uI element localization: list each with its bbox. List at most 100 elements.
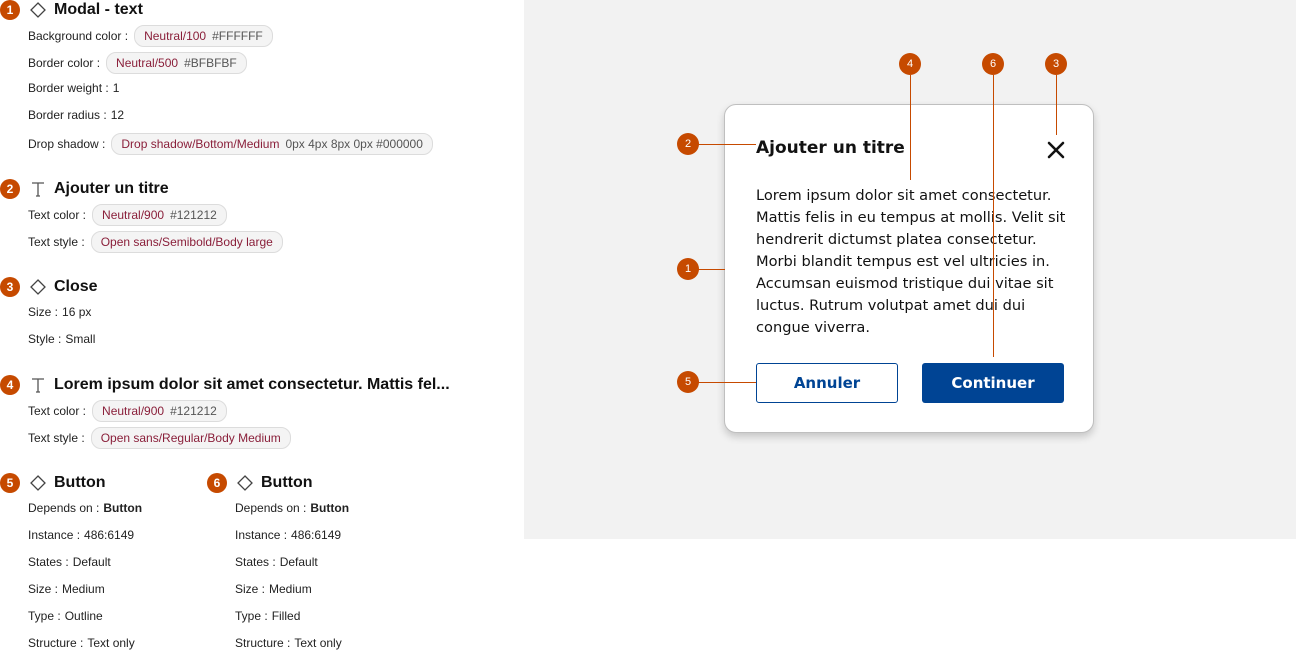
text-icon [30,377,46,393]
prop-value: 16 px [62,305,92,319]
prop-label: Size : [28,305,59,319]
prop-structure: Structure : Text only [28,636,135,650]
spec-badge-2: 2 [0,179,20,199]
callout-4: 4 [899,53,921,75]
cancel-button[interactable]: Annuler [756,363,898,403]
prop-text-style: Text style : Open sans/Semibold/Body lar… [28,231,283,253]
prop-label: Border color : [28,56,101,70]
prop-border-color: Border color : Neutral/500 #BFBFBF [28,52,247,74]
prop-text-color: Text color : Neutral/900 #121212 [28,400,227,422]
prop-value: Default [72,555,111,569]
callout-6: 6 [982,53,1004,75]
prop-value: Button [103,501,143,515]
spec-badge-1: 1 [0,0,20,20]
prop-depends-on: Depends on : Button [235,501,349,515]
token-name: Neutral/100 [144,29,207,43]
prop-value: Outline [64,609,103,623]
modal-title: Ajouter un titre [756,138,905,158]
prop-style: Style : Small [28,332,95,346]
callout-1: 1 [677,258,699,280]
text-icon [30,181,46,197]
prop-label: Structure : [28,636,84,650]
prop-border-weight: Border weight : 1 [28,81,119,95]
spec-title-5: Button [54,474,106,491]
token-name: Neutral/500 [116,56,179,70]
prop-label: Size : [235,582,266,596]
prop-label: Background color : [28,29,129,43]
callout-5: 5 [677,371,699,393]
callout-3: 3 [1045,53,1067,75]
prop-label: Type : [28,609,61,623]
prop-label: Text style : [28,235,85,249]
prop-label: Text style : [28,431,85,445]
token-name: Neutral/900 [102,404,165,418]
prop-structure: Structure : Text only [235,636,342,650]
token-chip: Neutral/900 #121212 [92,204,227,226]
prop-label: Text color : [28,404,87,418]
prop-size: Size : 16 px [28,305,91,319]
prop-border-radius: Border radius : 12 [28,108,124,122]
token-name: Open sans/Regular/Body Medium [100,431,281,445]
prop-value: Small [65,332,96,346]
spec-badge-4: 4 [0,375,20,395]
prop-type: Type : Outline [28,609,103,623]
token-chip: Neutral/900 #121212 [92,400,227,422]
token-value: 0px 4px 8px 0px #000000 [285,137,423,151]
spec-title-6: Button [261,474,313,491]
prop-drop-shadow: Drop shadow : Drop shadow/Bottom/Medium 0… [28,133,433,155]
token-name: Drop shadow/Bottom/Medium [121,137,280,151]
prop-label: Size : [28,582,59,596]
prop-value: 486:6149 [84,528,135,542]
prop-label: Style : [28,332,62,346]
diamond-icon [30,475,46,491]
prop-text-color: Text color : Neutral/900 #121212 [28,204,227,226]
spec-title-3: Close [54,278,98,295]
prop-text-style: Text style : Open sans/Regular/Body Medi… [28,427,291,449]
modal: Ajouter un titre Lorem ipsum dolor sit a… [724,104,1094,433]
prop-value: Button [310,501,350,515]
continue-button[interactable]: Continuer [922,363,1064,403]
spec-title-4: Lorem ipsum dolor sit amet consectetur. … [54,376,450,393]
prop-label: Structure : [235,636,291,650]
spec-badge-5: 5 [0,473,20,493]
prop-label: States : [235,555,276,569]
close-icon[interactable] [1045,139,1067,161]
prop-depends-on: Depends on : Button [28,501,142,515]
token-value: #FFFFFF [212,29,263,43]
token-chip: Neutral/500 #BFBFBF [106,52,247,74]
prop-size: Size : Medium [28,582,105,596]
prop-value: Filled [271,609,301,623]
prop-label: Instance : [235,528,288,542]
prop-states: States : Default [235,555,318,569]
callout-2: 2 [677,133,699,155]
modal-body-text: Lorem ipsum dolor sit amet consectetur. … [756,187,1066,336]
prop-value: Medium [62,582,105,596]
token-chip: Open sans/Semibold/Body large [90,231,283,253]
prop-label: Border weight : [28,81,109,95]
prop-value: 1 [112,81,120,95]
prop-value: Medium [269,582,312,596]
callout-line-4 [910,75,911,180]
callout-line-2 [698,144,756,145]
spec-title-2: Ajouter un titre [54,180,169,197]
callout-line-1 [698,269,725,270]
prop-value: Text only [87,636,135,650]
prop-label: Text color : [28,208,87,222]
prop-label: Instance : [28,528,81,542]
token-value: #121212 [170,404,217,418]
token-name: Open sans/Semibold/Body large [100,235,273,249]
prop-label: Border radius : [28,108,107,122]
diamond-icon [30,279,46,295]
prop-label: Type : [235,609,268,623]
prop-states: States : Default [28,555,111,569]
prop-label: Depends on : [28,501,100,515]
callout-line-6 [993,75,994,357]
spec-badge-6: 6 [207,473,227,493]
diamond-icon [30,2,46,18]
prop-type: Type : Filled [235,609,300,623]
prop-size: Size : Medium [235,582,312,596]
callout-line-3 [1056,75,1057,135]
prop-label: States : [28,555,69,569]
prop-label: Drop shadow : [28,137,106,151]
spec-title-1: Modal - text [54,1,143,18]
